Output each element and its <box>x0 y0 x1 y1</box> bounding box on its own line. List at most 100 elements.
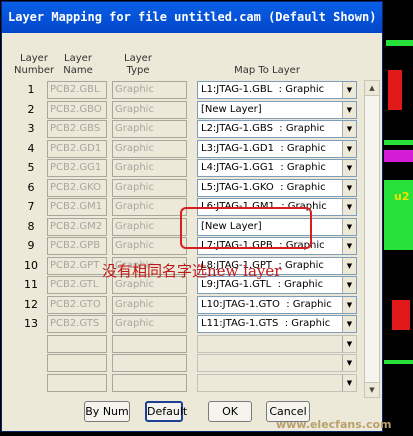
vertical-scrollbar[interactable]: ▲ ▼ <box>364 80 380 398</box>
pcb-trace <box>384 150 413 162</box>
layer-number: 2 <box>27 102 35 116</box>
pcb-silkscreen-label: u2 <box>394 190 410 203</box>
layer-name-field: PCB2.GM2 <box>47 217 107 236</box>
layer-row: ▼ <box>2 353 362 373</box>
map-to-layer-value: L5:JTAG-1.GKO : Graphic <box>201 181 326 193</box>
layer-type-field <box>112 334 187 353</box>
layer-row: 2 PCB2.GBO Graphic [New Layer] ▼ <box>2 100 362 120</box>
layer-name-field <box>47 373 107 392</box>
map-to-layer-dropdown[interactable]: L5:JTAG-1.GKO : Graphic ▼ <box>197 178 357 197</box>
layer-number: 9 <box>27 239 35 252</box>
layer-type-field: Graphic <box>112 315 187 333</box>
header-layer-name: Layer Name <box>63 53 93 76</box>
scroll-up-arrow-icon[interactable]: ▲ <box>365 81 379 96</box>
layer-name-field: PCB2.GTL <box>47 276 107 294</box>
dropdown-arrow-icon[interactable]: ▼ <box>342 238 356 254</box>
dropdown-arrow-icon[interactable]: ▼ <box>342 101 356 118</box>
layer-name-field: PCB2.GTS <box>47 315 107 333</box>
annotation-text: 没有相同名字选new layer <box>102 262 282 280</box>
map-to-layer-value: L10:JTAG-1.GTO : Graphic <box>201 298 332 310</box>
layer-number: 12 <box>24 297 38 311</box>
dropdown-arrow-icon[interactable]: ▼ <box>342 121 356 137</box>
layer-name-field: PCB2.GPB <box>47 237 107 255</box>
map-to-layer-value: L3:JTAG-1.GD1 : Graphic <box>201 142 326 154</box>
layer-name-field: PCB2.GTO <box>47 295 107 314</box>
layer-name-field <box>47 354 107 372</box>
dropdown-arrow-icon[interactable]: ▼ <box>342 82 356 98</box>
layer-number: 6 <box>27 180 35 194</box>
layer-number: 1 <box>27 83 35 96</box>
pcb-trace <box>386 40 413 46</box>
dropdown-arrow-icon[interactable]: ▼ <box>342 335 356 352</box>
map-to-layer-value: L11:JTAG-1.GTS : Graphic <box>201 318 331 329</box>
layer-name-field: PCB2.GD1 <box>47 139 107 158</box>
dropdown-arrow-icon[interactable]: ▼ <box>342 316 356 332</box>
map-to-layer-value: L2:JTAG-1.GBS : Graphic <box>201 123 325 134</box>
layer-name-field: PCB2.GPT <box>47 256 107 275</box>
layer-row: ▼ <box>2 373 362 393</box>
layer-name-field <box>47 334 107 353</box>
layer-name-field: PCB2.GKO <box>47 178 107 197</box>
annotation-highlight-box <box>180 207 312 249</box>
layer-name-field: PCB2.GBL <box>47 81 107 99</box>
layer-number: 13 <box>24 317 38 330</box>
map-to-layer-dropdown[interactable]: L11:JTAG-1.GTS : Graphic ▼ <box>197 315 357 333</box>
map-to-layer-dropdown[interactable]: ▼ <box>197 373 357 392</box>
layer-type-field: Graphic <box>112 178 187 197</box>
by-num-button[interactable]: By Num <box>84 401 130 422</box>
dropdown-arrow-icon[interactable]: ▼ <box>342 296 356 313</box>
watermark-text: www.elecfans.com <box>276 418 392 431</box>
dropdown-arrow-icon[interactable]: ▼ <box>342 218 356 235</box>
layer-type-field: Graphic <box>112 159 187 177</box>
dropdown-arrow-icon[interactable]: ▼ <box>342 140 356 157</box>
layer-type-field: Graphic <box>112 237 187 255</box>
dropdown-arrow-icon[interactable]: ▼ <box>342 179 356 196</box>
layer-number: 5 <box>27 161 35 174</box>
map-to-layer-dropdown[interactable]: L3:JTAG-1.GD1 : Graphic ▼ <box>197 139 357 158</box>
dialog-title: Layer Mapping for file untitled.cam (Def… <box>2 2 382 33</box>
layer-number: 3 <box>27 122 35 135</box>
layer-type-field: Graphic <box>112 120 187 138</box>
layer-type-field: Graphic <box>112 81 187 99</box>
ok-button[interactable]: OK <box>208 401 252 422</box>
layer-row: ▼ <box>2 334 362 354</box>
layer-type-field <box>112 373 187 392</box>
default-button[interactable]: Default <box>145 401 187 422</box>
dropdown-arrow-icon[interactable]: ▼ <box>342 199 356 215</box>
layer-type-field: Graphic <box>112 139 187 158</box>
pcb-pad <box>392 300 410 330</box>
map-to-layer-dropdown[interactable]: [New Layer] ▼ <box>197 100 357 119</box>
map-to-layer-dropdown[interactable]: ▼ <box>197 354 357 372</box>
layer-row: 3 PCB2.GBS Graphic L2:JTAG-1.GBS : Graphic ▼ <box>2 119 362 139</box>
layer-type-field: Graphic <box>112 217 187 236</box>
dropdown-arrow-icon[interactable]: ▼ <box>342 277 356 293</box>
dropdown-arrow-icon[interactable]: ▼ <box>342 257 356 274</box>
layer-type-field: Graphic <box>112 100 187 119</box>
map-to-layer-dropdown[interactable]: ▼ <box>197 334 357 353</box>
map-to-layer-dropdown[interactable]: L1:JTAG-1.GBL : Graphic ▼ <box>197 81 357 99</box>
scroll-down-arrow-icon[interactable]: ▼ <box>365 382 379 397</box>
layer-number: 4 <box>27 141 35 155</box>
pcb-trace <box>384 140 413 145</box>
layer-row: 1 PCB2.GBL Graphic L1:JTAG-1.GBL : Graphic ▼ <box>2 80 362 100</box>
layer-name-field: PCB2.GG1 <box>47 159 107 177</box>
map-to-layer-value: L1:JTAG-1.GBL : Graphic <box>201 84 325 95</box>
layer-row: 4 PCB2.GD1 Graphic L3:JTAG-1.GD1 : Graphic ▼ <box>2 139 362 159</box>
layer-number: 10 <box>24 258 38 272</box>
dropdown-arrow-icon[interactable]: ▼ <box>342 355 356 371</box>
layer-name-field: PCB2.GM1 <box>47 198 107 216</box>
map-to-layer-value: L4:JTAG-1.GG1 : Graphic <box>201 162 326 173</box>
pcb-trace <box>384 360 413 364</box>
dropdown-arrow-icon[interactable]: ▼ <box>342 160 356 176</box>
map-to-layer-dropdown[interactable]: L10:JTAG-1.GTO : Graphic ▼ <box>197 295 357 314</box>
layer-type-field: Graphic <box>112 198 187 216</box>
header-map-to-layer: Map To Layer <box>234 65 300 76</box>
layer-name-field: PCB2.GBS <box>47 120 107 138</box>
map-to-layer-dropdown[interactable]: L4:JTAG-1.GG1 : Graphic ▼ <box>197 159 357 177</box>
map-to-layer-dropdown[interactable]: L2:JTAG-1.GBS : Graphic ▼ <box>197 120 357 138</box>
dropdown-arrow-icon[interactable]: ▼ <box>342 374 356 391</box>
layer-number: 7 <box>27 200 35 213</box>
header-layer-type: Layer Type <box>124 53 152 76</box>
layer-row: 12 PCB2.GTO Graphic L10:JTAG-1.GTO : Graphi… <box>2 295 362 315</box>
map-to-layer-value: [New Layer] <box>201 103 262 115</box>
